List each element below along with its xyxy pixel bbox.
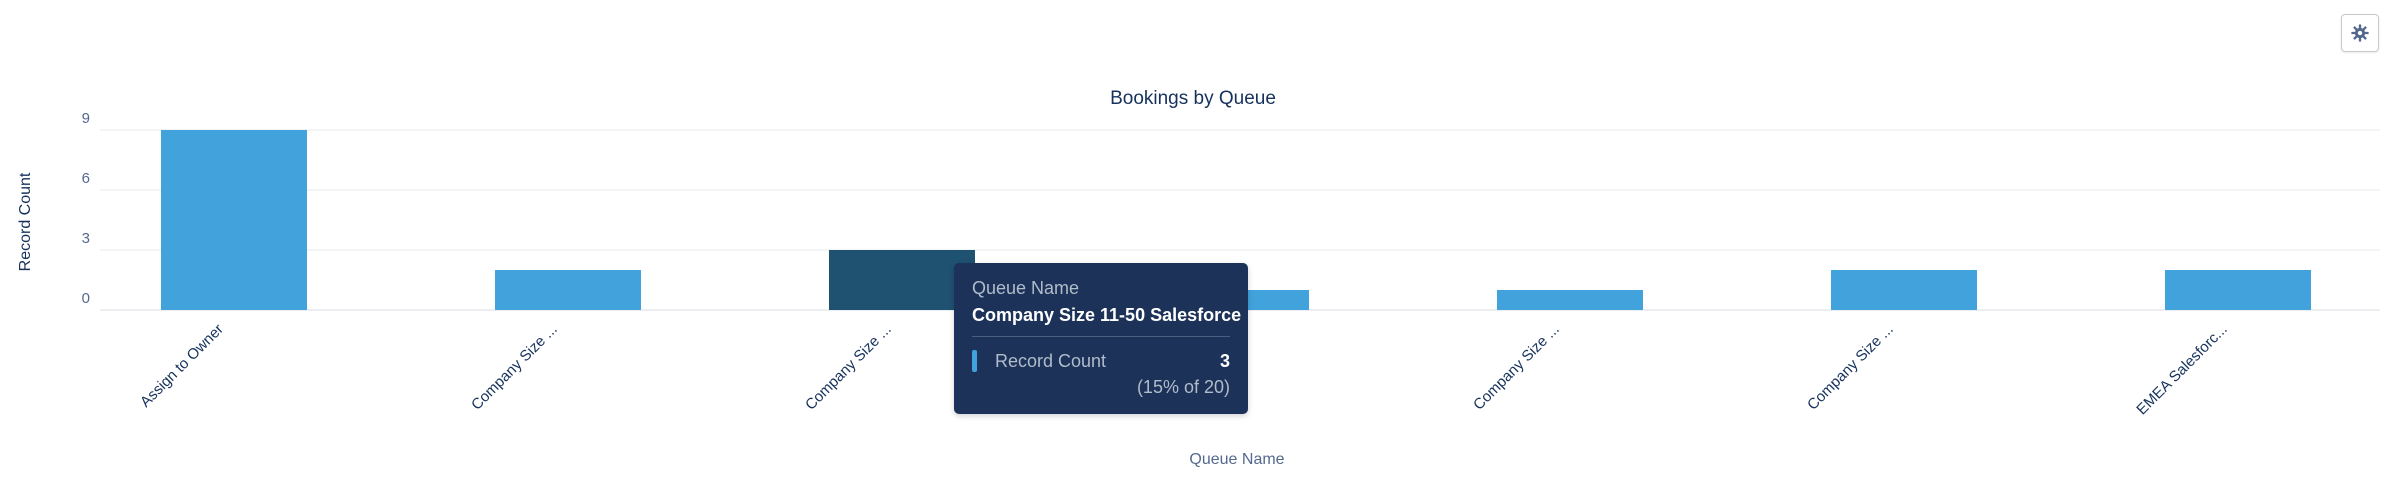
tooltip-percent: (15% of 20) xyxy=(1136,377,1230,397)
tooltip-dimension-label: Queue Name xyxy=(972,278,1080,298)
y-tick-label: 6 xyxy=(82,170,90,187)
bar[interactable] xyxy=(1831,270,1977,310)
chart-tooltip: Queue Name Company Size 11-50 Salesforce… xyxy=(954,263,1248,414)
y-axis-title: Record Count xyxy=(17,172,34,271)
tooltip-measure-label: Record Count xyxy=(995,350,1107,371)
bar[interactable] xyxy=(1497,290,1643,310)
bar[interactable] xyxy=(161,130,307,310)
y-tick-label: 3 xyxy=(82,230,90,247)
x-tick-label: Company Size ... xyxy=(802,321,895,414)
x-tick-label: Company Size ... xyxy=(468,321,561,414)
x-tick-label: Company Size ... xyxy=(1804,321,1897,414)
tooltip-measure-row: Record Count 3 xyxy=(972,349,1230,373)
tooltip-measure-value: 3 xyxy=(1219,350,1230,371)
y-tick-label: 0 xyxy=(82,290,90,307)
x-axis-title: Queue Name xyxy=(1189,451,1284,468)
x-tick-label: Assign to Owner xyxy=(137,321,227,411)
chart-title: Bookings by Queue xyxy=(1110,88,1276,109)
tooltip-dimension-value: Company Size 11-50 Salesforce xyxy=(972,305,1242,325)
bar[interactable] xyxy=(495,270,641,310)
bar[interactable] xyxy=(2165,270,2311,310)
tooltip-series-swatch xyxy=(972,350,977,372)
x-tick-label: EMEA Salesforc... xyxy=(2133,321,2231,419)
x-tick-label: Company Size ... xyxy=(1470,321,1563,414)
chart-widget: Bookings by Queue Record Count Queue Nam… xyxy=(0,0,2396,484)
tooltip-divider xyxy=(972,336,1230,337)
y-tick-label: 9 xyxy=(82,110,90,127)
